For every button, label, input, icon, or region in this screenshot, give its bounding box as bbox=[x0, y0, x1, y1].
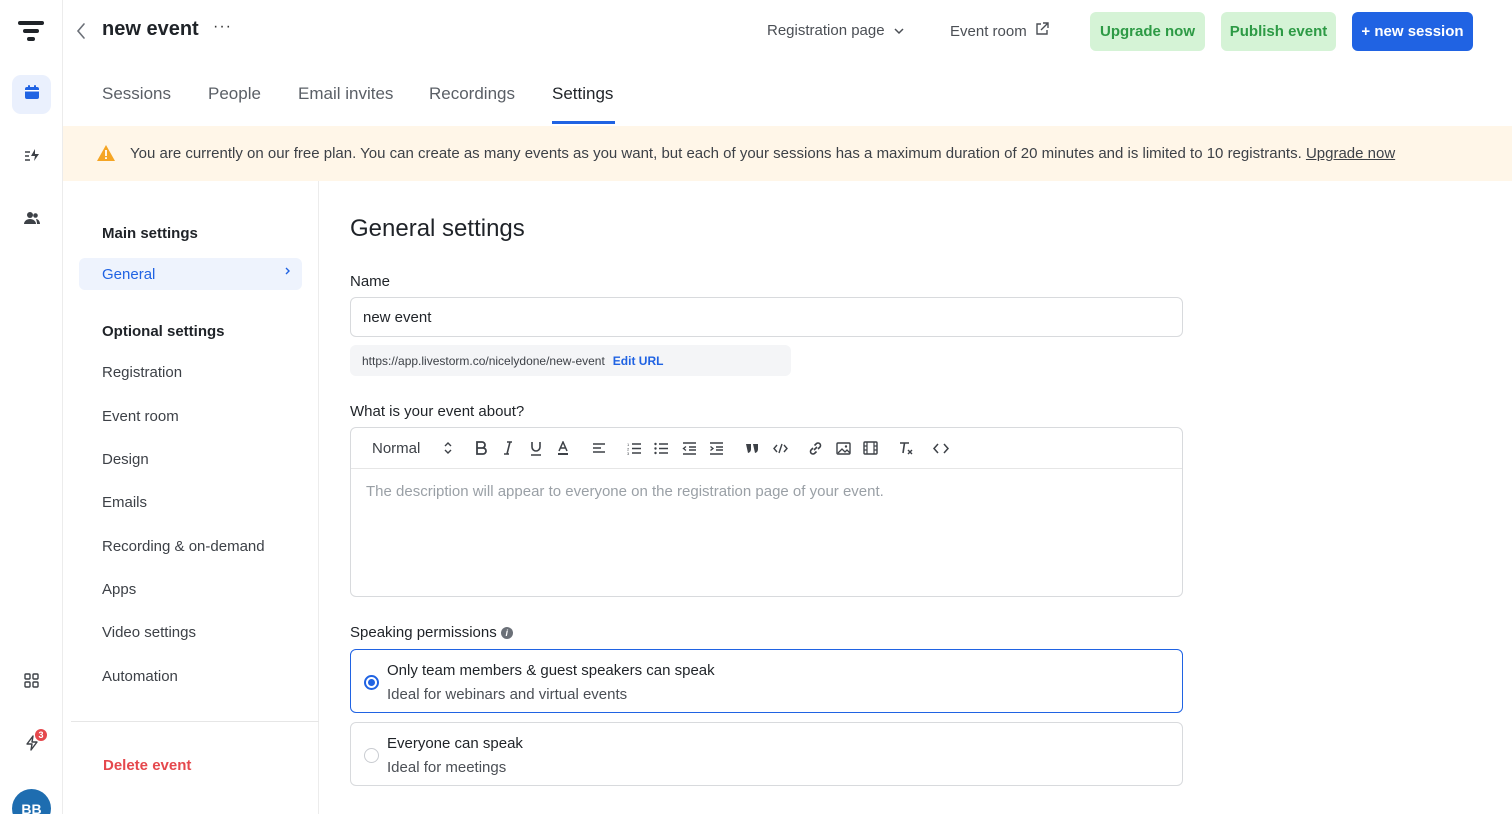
event-tabs: Sessions People Email invites Recordings… bbox=[63, 62, 1512, 126]
sidebar-item-emails[interactable]: Emails bbox=[102, 494, 147, 511]
sidebar-item-general[interactable]: General bbox=[79, 258, 302, 290]
registration-page-label: Registration page bbox=[767, 22, 885, 39]
tab-recordings[interactable]: Recordings bbox=[429, 84, 515, 104]
info-icon[interactable]: i bbox=[500, 627, 513, 640]
description-editor: Normal 123 The description will appear t… bbox=[350, 427, 1183, 597]
tab-sessions[interactable]: Sessions bbox=[102, 84, 171, 104]
option-subtitle: Ideal for webinars and virtual events bbox=[387, 686, 628, 703]
radio-selected[interactable] bbox=[364, 675, 379, 690]
divider bbox=[71, 721, 319, 722]
quote-icon[interactable] bbox=[745, 439, 759, 457]
people-icon bbox=[23, 211, 40, 230]
more-options-icon[interactable]: ··· bbox=[213, 18, 232, 36]
publish-event-button[interactable]: Publish event bbox=[1221, 12, 1336, 51]
bullet-list-icon[interactable] bbox=[654, 439, 669, 457]
chevron-right-icon bbox=[284, 265, 292, 280]
video-icon[interactable] bbox=[863, 439, 878, 457]
upgrade-now-button[interactable]: Upgrade now bbox=[1090, 12, 1205, 51]
registration-page-dropdown[interactable]: Registration page bbox=[767, 22, 905, 39]
editor-toolbar: Normal 123 bbox=[351, 428, 1182, 469]
code-inline-icon[interactable] bbox=[773, 439, 788, 457]
svg-text:3: 3 bbox=[627, 451, 630, 455]
tab-email-invites[interactable]: Email invites bbox=[298, 84, 393, 104]
clear-format-icon[interactable] bbox=[898, 439, 914, 457]
text-color-icon[interactable] bbox=[557, 439, 569, 457]
bold-icon[interactable] bbox=[475, 439, 487, 457]
italic-icon[interactable] bbox=[503, 439, 513, 457]
upgrade-now-link[interactable]: Upgrade now bbox=[1306, 145, 1395, 162]
top-bar: new event ··· Registration page Event ro… bbox=[63, 0, 1512, 62]
speaking-permissions-label: Speaking permissions i bbox=[350, 624, 513, 641]
sidebar-item-design[interactable]: Design bbox=[102, 451, 149, 468]
align-icon[interactable] bbox=[592, 439, 606, 457]
page-title: new event bbox=[102, 18, 199, 40]
indent-icon[interactable] bbox=[709, 439, 724, 457]
events-nav-button[interactable] bbox=[12, 75, 51, 114]
sidebar-item-recording-on-demand[interactable]: Recording & on-demand bbox=[102, 538, 265, 555]
ordered-list-icon[interactable]: 123 bbox=[627, 439, 642, 457]
option-subtitle: Ideal for meetings bbox=[387, 759, 507, 776]
option-title: Only team members & guest speakers can s… bbox=[387, 662, 715, 679]
settings-sidebar: Main settings General Optional settings … bbox=[63, 181, 319, 814]
chevron-down-icon bbox=[893, 22, 905, 39]
optional-settings-heading: Optional settings bbox=[102, 323, 225, 340]
event-url: https://app.livestorm.co/nicelydone/new-… bbox=[362, 353, 605, 368]
speaking-option-everyone[interactable]: Everyone can speak Ideal for meetings bbox=[350, 722, 1183, 786]
sidebar-item-label: General bbox=[102, 266, 156, 283]
event-url-box: https://app.livestorm.co/nicelydone/new-… bbox=[350, 345, 791, 376]
name-label: Name bbox=[350, 273, 391, 290]
delete-event-button[interactable]: Delete event bbox=[103, 757, 191, 774]
app-logo-icon[interactable] bbox=[18, 20, 44, 49]
event-room-link[interactable]: Event room bbox=[950, 22, 1049, 40]
activity-icon bbox=[24, 148, 40, 167]
image-icon[interactable] bbox=[836, 439, 851, 457]
description-label: What is your event about? bbox=[350, 403, 525, 420]
main-settings-heading: Main settings bbox=[102, 225, 198, 242]
contacts-nav-button[interactable] bbox=[12, 201, 51, 240]
external-link-icon bbox=[1035, 22, 1049, 40]
sidebar-item-automation[interactable]: Automation bbox=[102, 668, 178, 685]
event-room-label: Event room bbox=[950, 22, 1027, 40]
analytics-nav-button[interactable] bbox=[12, 138, 51, 177]
tab-settings[interactable]: Settings bbox=[552, 84, 613, 104]
notification-count-badge: 3 bbox=[34, 728, 48, 742]
sidebar-item-event-room[interactable]: Event room bbox=[102, 408, 179, 425]
app-rail: 3 BB bbox=[0, 0, 63, 814]
outdent-icon[interactable] bbox=[682, 439, 697, 457]
banner-message: You are currently on our free plan. You … bbox=[130, 145, 1302, 162]
sidebar-item-apps[interactable]: Apps bbox=[102, 581, 136, 598]
active-tab-indicator bbox=[552, 121, 615, 124]
tab-people[interactable]: People bbox=[208, 84, 261, 104]
calendar-icon bbox=[24, 84, 40, 105]
link-icon[interactable] bbox=[808, 439, 823, 457]
event-name-input[interactable] bbox=[350, 297, 1183, 337]
integrations-nav-button[interactable] bbox=[12, 663, 51, 702]
section-title: General settings bbox=[350, 215, 525, 242]
free-plan-banner: You are currently on our free plan. You … bbox=[63, 126, 1512, 181]
back-chevron-icon[interactable] bbox=[75, 20, 87, 47]
sidebar-item-registration[interactable]: Registration bbox=[102, 364, 182, 381]
new-session-button[interactable]: + new session bbox=[1352, 12, 1473, 51]
avatar[interactable]: BB bbox=[12, 789, 51, 814]
edit-url-link[interactable]: Edit URL bbox=[613, 354, 664, 368]
sidebar-item-video-settings[interactable]: Video settings bbox=[102, 624, 196, 641]
text-format-value: Normal bbox=[372, 439, 421, 457]
option-title: Everyone can speak bbox=[387, 735, 523, 752]
radio-unselected[interactable] bbox=[364, 748, 379, 763]
text-format-select[interactable]: Normal bbox=[372, 439, 420, 457]
warning-icon bbox=[96, 144, 116, 167]
grid-icon bbox=[24, 672, 39, 693]
speaking-option-team[interactable]: Only team members & guest speakers can s… bbox=[350, 649, 1183, 713]
code-block-icon[interactable] bbox=[933, 439, 949, 457]
description-textarea[interactable]: The description will appear to everyone … bbox=[366, 483, 884, 500]
underline-icon[interactable] bbox=[530, 439, 542, 457]
select-arrows-icon[interactable] bbox=[444, 439, 452, 457]
